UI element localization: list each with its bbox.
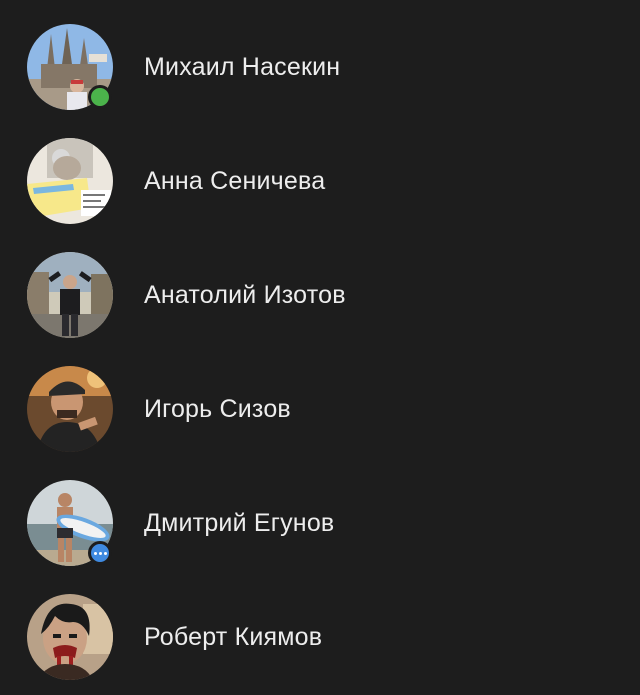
avatar <box>27 366 113 452</box>
avatar-container <box>27 366 113 452</box>
avatar <box>27 138 113 224</box>
avatar-container <box>27 252 113 338</box>
contact-name: Михаил Насекин <box>144 52 341 81</box>
dot-icon <box>98 551 102 555</box>
avatar-container <box>27 594 113 680</box>
contact-row-dmitry-egunov[interactable]: Дмитрий Егунов <box>0 466 640 580</box>
avatar-container <box>27 480 113 566</box>
contact-row-anna-senicheva[interactable]: Анна Сеничева <box>0 124 640 238</box>
contact-name: Дмитрий Егунов <box>144 508 335 537</box>
mobile-app-status-badge <box>88 541 112 565</box>
friends-list: Михаил Насекин Анна Сеничева Анатолий Из… <box>0 0 640 695</box>
contact-row-robert-kiyamov[interactable]: Роберт Киямов <box>0 580 640 694</box>
dot-icon <box>103 551 107 555</box>
contact-row-mikhail-nasekin[interactable]: Михаил Насекин <box>0 10 640 124</box>
contact-name: Игорь Сизов <box>144 394 291 423</box>
contact-name: Анна Сеничева <box>144 166 326 195</box>
contact-name: Роберт Киямов <box>144 622 323 651</box>
contact-row-anatoly-izotov[interactable]: Анатолий Изотов <box>0 238 640 352</box>
avatar <box>27 252 113 338</box>
contact-row-igor-sizov[interactable]: Игорь Сизов <box>0 352 640 466</box>
avatar-container <box>27 138 113 224</box>
dot-icon <box>93 551 97 555</box>
contact-name: Анатолий Изотов <box>144 280 346 309</box>
avatar-container <box>27 24 113 110</box>
online-status-badge <box>88 85 112 109</box>
avatar <box>27 594 113 680</box>
